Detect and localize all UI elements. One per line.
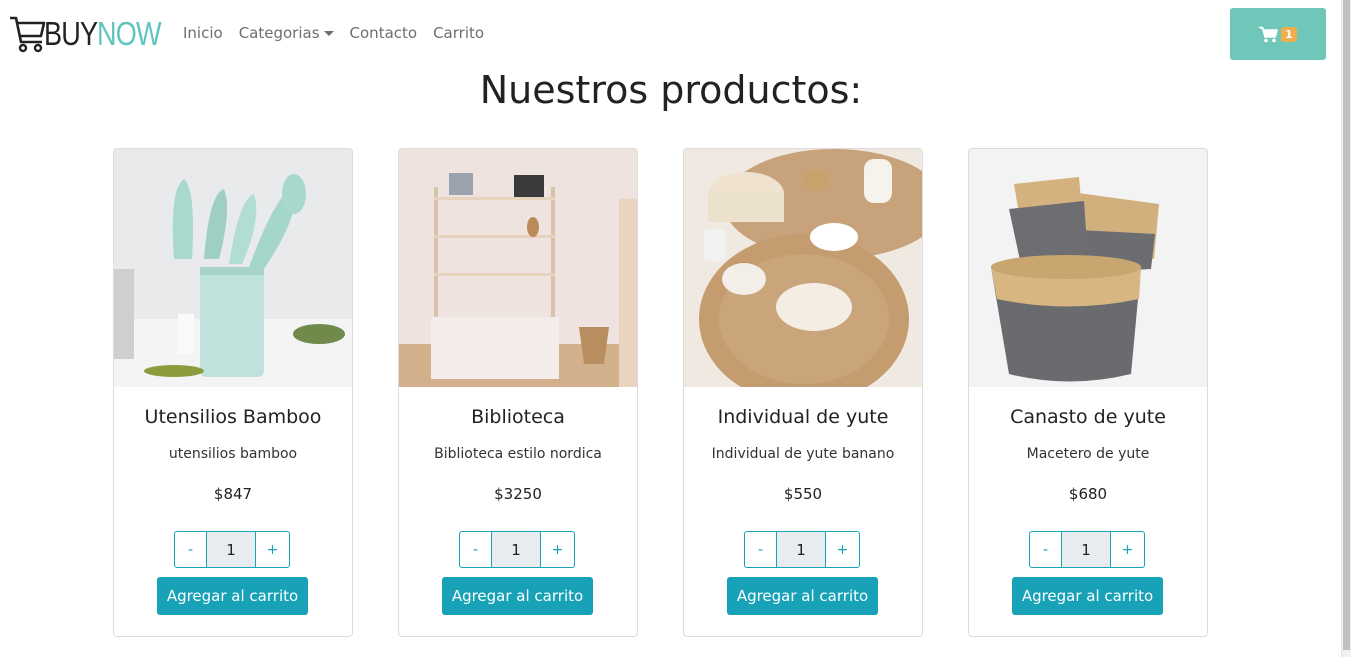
increase-quantity-button[interactable]: + (1110, 531, 1145, 568)
decrease-quantity-button[interactable]: - (744, 531, 777, 568)
product-description: Individual de yute banano (711, 446, 895, 462)
product-name: Individual de yute (717, 406, 889, 428)
brand-logo[interactable]: BUY NOW (8, 14, 175, 54)
vertical-scrollbar[interactable] (1341, 0, 1351, 657)
product-description: Macetero de yute (1026, 446, 1150, 462)
quantity-input[interactable]: 1 (492, 531, 540, 568)
product-card: Biblioteca Biblioteca estilo nordica $32… (398, 148, 638, 637)
cart-count-badge: 1 (1281, 26, 1297, 42)
quantity-stepper: - 1 + (174, 531, 290, 568)
page-title: Nuestros productos: (479, 68, 863, 112)
decrease-quantity-button[interactable]: - (459, 531, 492, 568)
shopping-cart-icon (1259, 26, 1278, 42)
product-name: Canasto de yute (1010, 406, 1166, 428)
quantity-stepper: - 1 + (459, 531, 575, 568)
product-description: Biblioteca estilo nordica (434, 446, 602, 462)
product-name: Utensilios Bamboo (144, 406, 322, 428)
quantity-input[interactable]: 1 (777, 531, 825, 568)
nav-contacto[interactable]: Contacto (350, 24, 418, 42)
quantity-stepper: - 1 + (744, 531, 860, 568)
nav-categorias-label: Categorias (238, 24, 320, 42)
scrollbar-thumb[interactable] (1343, 0, 1350, 650)
product-price: $3250 (494, 485, 542, 503)
increase-quantity-button[interactable]: + (255, 531, 290, 568)
quantity-input[interactable]: 1 (207, 531, 255, 568)
cart-button[interactable]: 1 (1230, 8, 1326, 60)
add-to-cart-button[interactable]: Agregar al carrito (1012, 577, 1163, 615)
increase-quantity-button[interactable]: + (825, 531, 860, 568)
product-card: Individual de yute Individual de yute ba… (683, 148, 923, 637)
add-to-cart-button[interactable]: Agregar al carrito (157, 577, 308, 615)
nav-links: Inicio Categorias Contacto Carrito (183, 24, 500, 42)
product-image-canasto-yute[interactable] (969, 149, 1207, 387)
add-to-cart-button[interactable]: Agregar al carrito (442, 577, 593, 615)
brand-word-now: NOW (96, 15, 161, 52)
caret-down-icon (323, 31, 334, 36)
product-description: utensilios bamboo (168, 446, 298, 462)
nav-categorias-dropdown[interactable]: Categorias (239, 24, 334, 42)
quantity-input[interactable]: 1 (1062, 531, 1110, 568)
navbar: BUY NOW Inicio Categorias Contacto Carri… (0, 0, 1342, 66)
add-to-cart-button[interactable]: Agregar al carrito (727, 577, 878, 615)
product-image-utensilios[interactable] (114, 149, 352, 387)
product-card: Canasto de yute Macetero de yute $680 - … (968, 148, 1208, 637)
product-card: Utensilios Bamboo utensilios bamboo $847… (113, 148, 353, 637)
product-image-individual-yute[interactable] (684, 149, 922, 387)
product-price: $550 (783, 485, 823, 503)
product-image-biblioteca[interactable] (399, 149, 637, 387)
quantity-stepper: - 1 + (1029, 531, 1145, 568)
decrease-quantity-button[interactable]: - (174, 531, 207, 568)
nav-carrito[interactable]: Carrito (433, 24, 484, 42)
decrease-quantity-button[interactable]: - (1029, 531, 1062, 568)
product-price: $847 (213, 485, 253, 503)
product-name: Biblioteca (471, 406, 565, 428)
nav-inicio[interactable]: Inicio (183, 24, 223, 42)
product-price: $680 (1068, 485, 1108, 503)
shopping-cart-logo-icon (10, 16, 46, 53)
increase-quantity-button[interactable]: + (540, 531, 575, 568)
brand-word-buy: BUY (44, 15, 98, 52)
